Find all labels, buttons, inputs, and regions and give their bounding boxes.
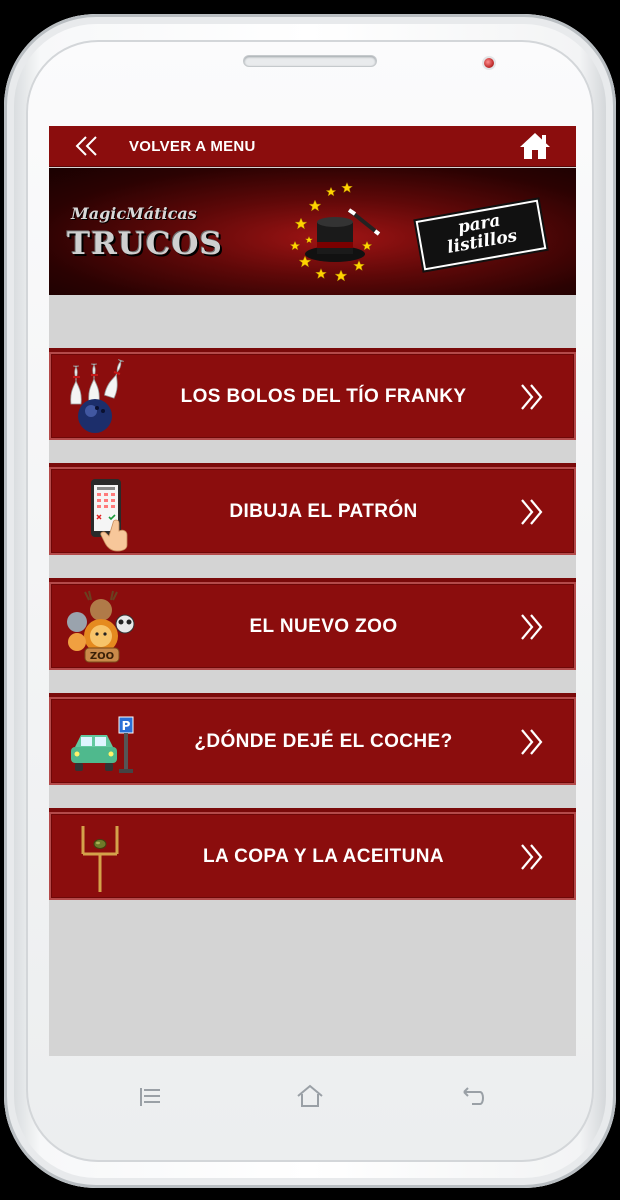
menu-item-bolos[interactable]: LOS BOLOS DEL TÍO FRANKY	[49, 348, 576, 440]
banner-title: TRUCOS	[67, 226, 223, 262]
recent-apps-icon[interactable]	[134, 1080, 174, 1114]
car-parking-icon: P	[71, 716, 134, 773]
chevron-right-double-icon	[521, 844, 543, 870]
menu-item-label: ¿DÓNDE DEJÉ EL COCHE?	[194, 731, 453, 752]
goalpost-olive-icon	[81, 826, 119, 892]
menu-item-label: LOS BOLOS DEL TÍO FRANKY	[180, 386, 467, 407]
menu-item-label: DIBUJA EL PATRÓN	[229, 501, 418, 522]
header-banner: MagicMáticas TRUCOS para listillos	[49, 168, 576, 295]
menu-item-label: LA COPA Y LA ACEITUNA	[203, 846, 444, 867]
phone-pattern-icon	[91, 479, 128, 552]
menu-item-label: EL NUEVO ZOO	[249, 616, 398, 637]
chevron-right-double-icon	[521, 614, 543, 640]
magic-hat-icon	[289, 182, 381, 282]
menu-item-coche[interactable]: P ¿DÓNDE DEJÉ EL COCHE?	[49, 693, 576, 785]
front-camera	[484, 58, 494, 68]
back-to-menu-link[interactable]: VOLVER A MENU	[129, 126, 256, 166]
banner-brand: MagicMáticas	[71, 204, 197, 223]
home-icon[interactable]	[518, 131, 552, 161]
bowling-icon	[70, 359, 124, 433]
menu-item-zoo[interactable]: ZOO EL NUEVO ZOO	[49, 578, 576, 670]
double-chevron-left-icon[interactable]	[73, 135, 103, 157]
svg-text:ZOO: ZOO	[90, 651, 114, 662]
svg-text:P: P	[122, 719, 131, 733]
zoo-animals-icon: ZOO	[67, 590, 135, 663]
para-listillos-tag: para listillos	[415, 199, 547, 271]
menu-item-patron[interactable]: DIBUJA EL PATRÓN	[49, 463, 576, 555]
chevron-right-double-icon	[521, 384, 543, 410]
back-nav-icon[interactable]	[452, 1080, 492, 1114]
chevron-right-double-icon	[521, 499, 543, 525]
home-nav-icon[interactable]	[290, 1080, 330, 1114]
menu-item-copa[interactable]: LA COPA Y LA ACEITUNA	[49, 808, 576, 900]
speaker-grille	[244, 56, 376, 66]
top-bar: VOLVER A MENU	[49, 126, 576, 167]
app-screen: VOLVER A MENU MagicMáticas TRUCOS para l…	[49, 126, 576, 1056]
chevron-right-double-icon	[521, 729, 543, 755]
